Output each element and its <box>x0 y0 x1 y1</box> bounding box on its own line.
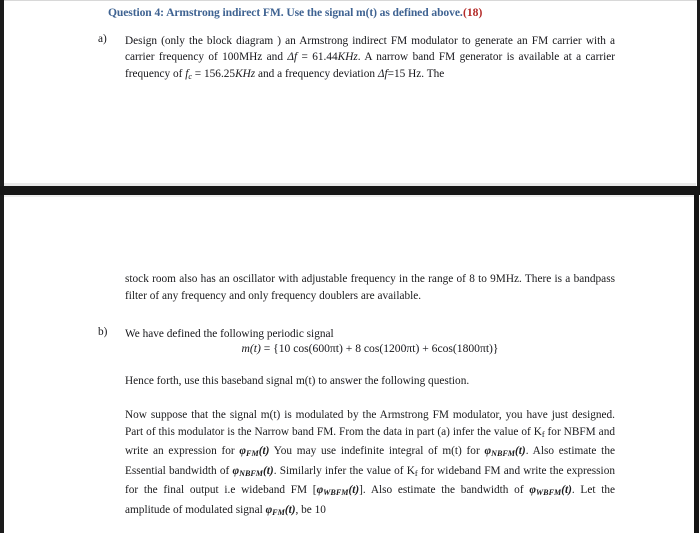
part-a-line2-post: . A narrow band FM generator is <box>357 51 515 64</box>
phi-nbfm-subscript-1: NBFM <box>491 449 516 459</box>
now-suppose-paragraph: Now suppose that the signal m(t) is modu… <box>125 407 615 521</box>
part-a-continuation-paragraph: stock room also has an oscillator with a… <box>125 273 615 302</box>
khz-unit-1: KHz <box>337 51 358 64</box>
phi-wbfm-subscript-1: WBFM <box>323 488 349 498</box>
phi-nbfm-symbol-1: φNBFM(t) <box>484 445 526 459</box>
phi-nbfm-arg-2: (t) <box>263 464 274 477</box>
now-suppose-seg3: You may use indefinite integral of m(t) … <box>269 445 485 458</box>
part-b-intro: We have defined the following periodic s… <box>125 328 334 340</box>
equation-mt: m(t) = {10 cos(600πt) + 8 cos(1200πt) + … <box>125 342 615 355</box>
part-a-line3-mid2: and a frequency deviation <box>255 67 378 80</box>
equation-lhs: m(t) <box>241 342 261 355</box>
delta-f-symbol-2: Δf <box>377 67 388 80</box>
khz-unit-2: KHz <box>235 67 256 80</box>
phi-wbfm-symbol-1: φWBFM(t) <box>317 484 360 498</box>
phi-wbfm-arg-1: (t) <box>348 484 360 497</box>
phi-nbfm-symbol-2: φNBFM(t) <box>232 464 274 478</box>
part-a-line2-mid: = 61.44 <box>297 51 338 64</box>
phi-fm-subscript-1: FM <box>246 449 259 459</box>
part-b-label: b) <box>98 326 108 338</box>
phi-fm-symbol-1: φFM(t) <box>239 445 270 459</box>
scan-seam-black-band <box>0 186 700 195</box>
now-suppose-seg5: . Similarly infer the value of K <box>273 464 415 477</box>
part-a-line3-mid: = 156.25 <box>191 67 236 80</box>
lower-page-section: stock room also has an oscillator with a… <box>0 195 700 533</box>
part-a-line3-post: =15 Hz. The <box>387 67 445 80</box>
upper-page-section: Question 4: Armstrong indirect FM. Use t… <box>0 0 700 186</box>
now-suppose-seg9: , be 10 <box>295 503 326 516</box>
equation-equals: = <box>260 342 274 355</box>
phi-fm-subscript-2: FM <box>272 507 285 517</box>
now-suppose-seg7: ]. Also estimate the bandwidth of <box>359 484 530 497</box>
phi-nbfm-subscript-2: NBFM <box>239 468 264 478</box>
phi-fm-arg-1: (t) <box>258 445 270 458</box>
question-marks-badge: (18) <box>463 6 483 19</box>
phi-glyph-5: φ <box>529 484 536 497</box>
question-heading: Question 4: Armstrong indirect FM. Use t… <box>108 6 463 19</box>
phi-wbfm-symbol-2: φWBFM(t) <box>529 484 572 498</box>
phi-fm-symbol-2: φFM(t) <box>266 503 296 517</box>
carrier-frequency-symbol: fc <box>185 68 192 81</box>
phi-nbfm-arg-1: (t) <box>515 445 526 458</box>
phi-fm-arg-2: (t) <box>284 503 296 516</box>
hence-forth-paragraph: Hence forth, use this baseband signal m(… <box>125 375 470 387</box>
equation-rhs: {10 cos(600πt) + 8 cos(1200πt) + 6cos(18… <box>273 342 499 355</box>
phi-wbfm-subscript-2: WBFM <box>535 488 562 498</box>
phi-wbfm-arg-2: (t) <box>561 484 572 497</box>
part-a-line1: Design (only the block diagram ) an Arms… <box>125 35 582 47</box>
delta-f-symbol-1: Δf <box>287 51 298 64</box>
part-a-body: Design (only the block diagram ) an Arms… <box>125 33 615 85</box>
part-a-label: a) <box>98 33 107 45</box>
scanned-page: Question 4: Armstrong indirect FM. Use t… <box>0 0 700 533</box>
